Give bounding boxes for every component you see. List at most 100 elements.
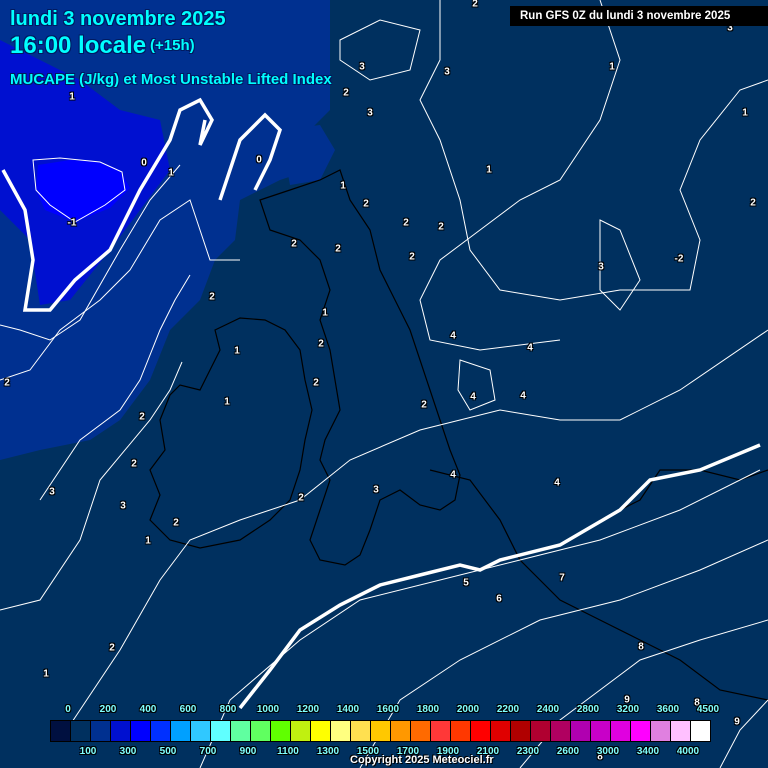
legend-label-bottom: 100 [79,746,97,757]
legend-label-top: 1600 [376,704,400,715]
contour-label: 3 [49,486,55,498]
contour-label: 2 [409,251,415,263]
contour-label: 2 [139,411,145,423]
legend-label-bottom: 4000 [676,746,700,757]
legend-label-top: 200 [99,704,117,715]
legend-label-top: 3600 [656,704,680,715]
legend-swatch [111,721,131,741]
legend-label-top: 1800 [416,704,440,715]
weather-map: 2 3 3 3 1 2 3 1 1 0 1 0 1 1 2 2 2 2 -1 2 2 2 3 -2 2 1 4 2 4 1 2 2 4 4 1 2 2 2… [0,0,768,768]
legend-swatch [431,721,451,741]
contour-label: 2 [173,517,179,529]
legend-label-top: 800 [219,704,237,715]
contour-label: 2 [472,0,478,10]
legend-swatch [651,721,671,741]
legend-swatch [51,721,71,741]
legend-label-bottom: 2300 [516,746,540,757]
legend-swatch [631,721,651,741]
legend-label-top: 3200 [616,704,640,715]
contour-label: -1 [67,217,77,229]
legend-label-bottom: 500 [159,746,177,757]
contour-label: 2 [438,221,444,233]
contour-label: 4 [554,477,560,489]
contour-label: 9 [734,716,740,728]
legend-swatch [211,721,231,741]
contour-label: 0 [141,157,147,169]
legend-swatch [491,721,511,741]
legend-swatch [691,721,710,741]
contour-label: -2 [674,253,684,265]
legend-label-bottom: 300 [119,746,137,757]
legend-swatch [171,721,191,741]
legend-swatch [331,721,351,741]
legend-label-bottom: 1100 [277,746,299,757]
contour-label: 2 [209,291,215,303]
contour-label: 6 [496,593,502,605]
contour-label: 8 [638,641,644,653]
contour-label: 2 [363,198,369,210]
contour-label: 1 [224,396,230,408]
legend-swatch [511,721,531,741]
legend-label-top: 4500 [696,704,720,715]
contour-label: 3 [373,484,379,496]
contour-label: 1 [322,307,328,319]
legend-swatch [391,721,411,741]
legend-label-bottom: 700 [199,746,217,757]
legend-label-bottom: 900 [239,746,257,757]
legend-swatch [411,721,431,741]
contour-label: 3 [444,66,450,78]
legend-label-bottom: 1300 [316,746,340,757]
contour-label: 0 [256,154,262,166]
legend-swatch [571,721,591,741]
legend-label-top: 2400 [536,704,560,715]
legend-label-top: 1400 [336,704,360,715]
legend-swatch [371,721,391,741]
copyright: Copyright 2025 Meteociel.fr [350,754,494,766]
legend-swatch [551,721,571,741]
legend-swatch [91,721,111,741]
contour-label: 2 [298,492,304,504]
contour-label: 1 [742,107,748,119]
contour-label: 1 [69,91,75,103]
contour-label: 1 [340,180,346,192]
contour-label: 1 [609,61,615,73]
forecast-date: lundi 3 novembre 2025 [10,8,226,30]
legend-label-bottom: 3400 [636,746,660,757]
legend-swatch [291,721,311,741]
legend-swatch [311,721,331,741]
contour-label: 2 [750,197,756,209]
color-legend [50,720,711,742]
contour-label: 4 [527,342,533,354]
legend-swatch [251,721,271,741]
legend-swatch [351,721,371,741]
contour-label: 1 [486,164,492,176]
run-info-box: Run GFS 0Z du lundi 3 novembre 2025 [510,6,768,26]
legend-swatch [71,721,91,741]
contour-label: 2 [343,87,349,99]
contour-label: 2 [313,377,319,389]
coastlines [149,169,768,701]
contour-label: 4 [450,330,456,342]
legend-swatch [451,721,471,741]
legend-swatch [231,721,251,741]
contour-label: 1 [145,535,151,547]
contour-label: 1 [168,167,174,179]
contour-label: 3 [120,500,126,512]
legend-label-top: 1000 [256,704,280,715]
contour-label: 2 [421,399,427,411]
contour-label: 2 [131,458,137,470]
contour-label: 2 [109,642,115,654]
legend-label-top: 600 [179,704,197,715]
contour-label: 3 [598,261,604,273]
contour-label: 2 [335,243,341,255]
contour-label: 2 [291,238,297,250]
legend-label-top: 0 [65,704,71,715]
legend-label-bottom: 3000 [596,746,620,757]
contour-label: 4 [450,469,456,481]
contour-label: 4 [470,391,476,403]
legend-swatch [671,721,691,741]
forecast-time: 16:00 locale [10,32,147,59]
legend-label-top: 1200 [296,704,320,715]
legend-swatch [191,721,211,741]
legend-swatch [151,721,171,741]
